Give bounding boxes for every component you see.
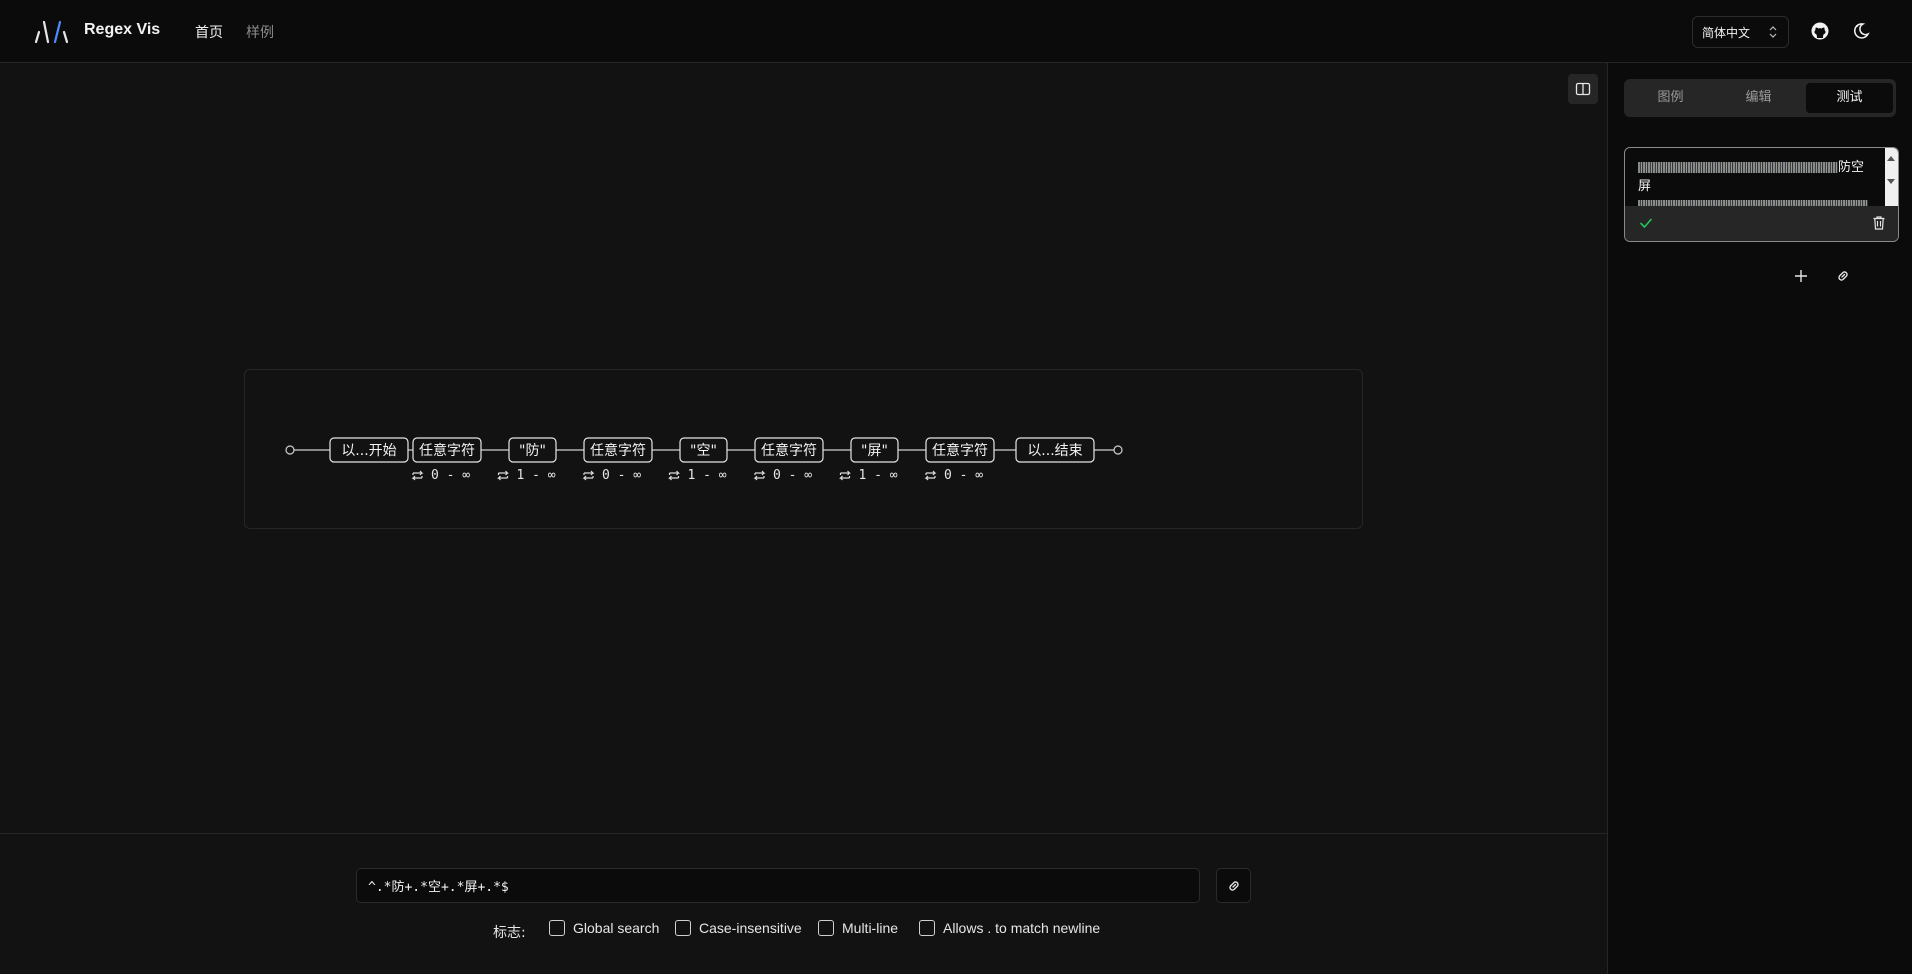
regex-node-label: "防" (519, 443, 546, 459)
test-text-line1: 防空 (1838, 160, 1865, 175)
language-value: 简体中文 (1702, 26, 1751, 40)
tab-test[interactable]: 测试 (1806, 83, 1893, 113)
repeat-icon (411, 470, 424, 481)
flag-label-text: Multi-line (842, 920, 899, 936)
link-icon (1229, 881, 1239, 891)
quantifier-label: 0 - ∞ (944, 468, 983, 483)
flag-case-insensitive[interactable]: Case-insensitive (675, 920, 802, 942)
right-panel: 图例 编辑 测试 防空 屏 (1607, 63, 1912, 974)
flag-label-text: Case-insensitive (699, 920, 802, 936)
start-terminal (285, 445, 295, 455)
repeat-icon (753, 470, 766, 481)
quantifier-label: 0 - ∞ (431, 468, 470, 483)
github-icon[interactable] (1810, 21, 1830, 41)
regex-editor: 标志: Global search Case-insensitive Multi… (0, 833, 1607, 974)
regex-node-label: 任意字符 (932, 442, 988, 459)
trash-icon[interactable] (1872, 215, 1886, 231)
repeat-icon (924, 470, 937, 481)
regex-node-label: 任意字符 (590, 442, 646, 459)
end-terminal (1113, 445, 1123, 455)
scroll-down-icon[interactable] (1887, 179, 1895, 184)
flag-global-search[interactable]: Global search (549, 920, 659, 942)
test-text-line2: 屏 (1638, 179, 1652, 194)
test-case-textarea[interactable]: 防空 屏 (1638, 158, 1873, 206)
logo-icon[interactable] (34, 18, 70, 46)
panel-toggle-icon (1575, 82, 1591, 96)
checkbox[interactable] (919, 920, 935, 936)
quantifier-label: 1 - ∞ (859, 468, 898, 483)
checkbox[interactable] (675, 920, 691, 936)
test-case-footer (1625, 206, 1898, 241)
flag-label-text: Global search (573, 920, 660, 936)
nav-samples[interactable]: 样例 (246, 22, 274, 42)
textarea-scrollbar[interactable] (1885, 148, 1898, 206)
copy-link-button[interactable] (1216, 868, 1251, 903)
flag-multi-line[interactable]: Multi-line (818, 920, 898, 942)
quantifier-label: 1 - ∞ (688, 468, 727, 483)
railroad-diagram: 以...开始 任意字符 0 - ∞ "防" 1 - ∞ 任意字符 0 - ∞ "空" 1 - ∞… (285, 437, 1123, 483)
theme-toggle-icon[interactable] (1851, 21, 1871, 41)
regex-node-label: 以...开始 (341, 443, 396, 459)
regex-node-label: "空" (690, 443, 717, 459)
toggle-sidebar-button[interactable] (1568, 74, 1598, 104)
repeat-icon (497, 470, 509, 481)
top-header: Regex Vis 首页 样例 简体中文 (0, 0, 1912, 63)
quantifier-label: 0 - ∞ (602, 468, 641, 483)
scroll-up-icon[interactable] (1887, 156, 1895, 161)
add-test-case-icon[interactable] (1793, 268, 1809, 284)
match-check-icon (1640, 218, 1652, 228)
quantifier-label: 0 - ∞ (773, 468, 812, 483)
tab-legend[interactable]: 图例 (1627, 83, 1714, 113)
repeat-icon (668, 470, 680, 481)
share-link-icon[interactable] (1835, 268, 1851, 284)
checkbox[interactable] (818, 920, 834, 936)
regex-node-label: "屏" (861, 443, 888, 459)
quantifier-label: 1 - ∞ (517, 468, 556, 483)
flag-dot-all[interactable]: Allows . to match newline (919, 920, 1100, 942)
nav-home[interactable]: 首页 (195, 22, 223, 42)
language-select[interactable]: 简体中文 (1692, 16, 1789, 48)
regex-node-label: 任意字符 (761, 442, 817, 459)
brand-name[interactable]: Regex Vis (84, 21, 160, 39)
regex-input[interactable] (356, 868, 1200, 903)
regex-diagram: 以...开始 任意字符 0 - ∞ "防" 1 - ∞ 任意字符 0 - ∞ "空" 1 - ∞… (244, 369, 1363, 529)
test-case-card: 防空 屏 (1624, 147, 1899, 242)
test-text-garbled (1638, 162, 1838, 173)
regex-node-label: 以...结束 (1027, 443, 1082, 459)
repeat-icon (839, 470, 851, 481)
tab-edit[interactable]: 编辑 (1715, 83, 1802, 113)
flags-label: 标志: (493, 925, 526, 941)
flag-label-text: Allows . to match newline (943, 920, 1101, 936)
repeat-icon (582, 470, 595, 481)
regex-node-label: 任意字符 (419, 442, 475, 459)
panel-tabs: 图例 编辑 测试 (1624, 79, 1896, 117)
checkbox[interactable] (549, 920, 565, 936)
chevron-updown-icon (1769, 26, 1777, 38)
